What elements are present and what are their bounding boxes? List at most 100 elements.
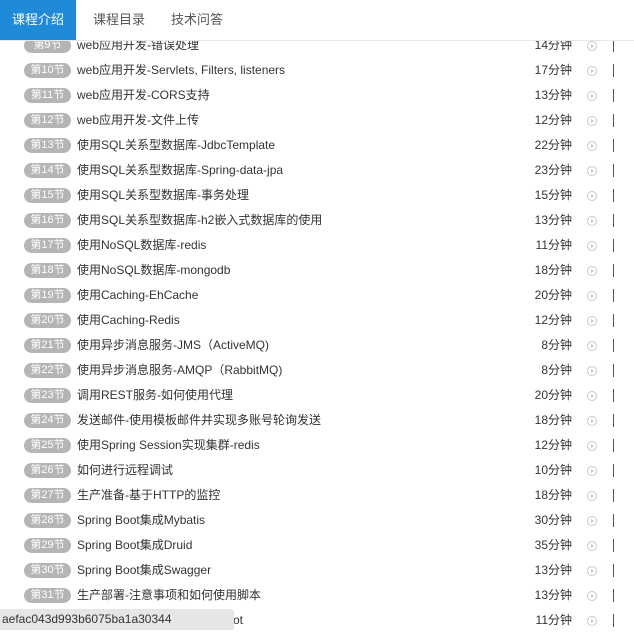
lesson-number-badge: 第18节 (24, 263, 71, 278)
lesson-title[interactable]: ot (233, 612, 243, 629)
play-icon[interactable] (587, 416, 597, 426)
lesson-row[interactable]: 第24节 发送邮件-使用模板邮件并实现多账号轮询发送 18分钟 (0, 408, 634, 433)
lesson-row[interactable]: 第22节 使用异步消息服务-AMQP（RabbitMQ) 8分钟 (0, 358, 634, 383)
lesson-title[interactable]: 使用异步消息服务-AMQP（RabbitMQ) (77, 362, 282, 379)
lesson-title[interactable]: web应用开发-Servlets, Filters, listeners (77, 62, 285, 79)
separator (613, 214, 614, 227)
lesson-duration: 11分钟 (535, 613, 572, 627)
lesson-title[interactable]: 使用Spring Session实现集群-redis (77, 437, 260, 454)
play-icon[interactable] (587, 266, 597, 276)
lesson-number-badge: 第24节 (24, 413, 71, 428)
play-icon[interactable] (587, 341, 597, 351)
lesson-row[interactable]: 第17节 使用NoSQL数据库-redis 11分钟 (0, 233, 634, 258)
play-icon[interactable] (587, 541, 597, 551)
lesson-duration: 18分钟 (534, 263, 572, 277)
lesson-number-badge: 第28节 (24, 513, 71, 528)
play-icon[interactable] (587, 41, 597, 51)
lesson-row[interactable]: 第18节 使用NoSQL数据库-mongodb 18分钟 (0, 258, 634, 283)
lesson-title[interactable]: 使用异步消息服务-JMS（ActiveMQ) (77, 337, 269, 354)
lesson-row[interactable]: 第27节 生产准备-基于HTTP的监控 18分钟 (0, 483, 634, 508)
lesson-title[interactable]: Spring Boot集成Druid (77, 537, 192, 554)
tab-tech-qa[interactable]: 技术问答 (160, 0, 234, 40)
play-icon[interactable] (587, 166, 597, 176)
lesson-number-badge: 第11节 (24, 88, 71, 103)
lesson-row[interactable]: 第11节 web应用开发-CORS支持 13分钟 (0, 83, 634, 108)
lesson-list: 第9节 web应用开发-错误处理 14分钟 第10节 web应用开发-Servlets,… (0, 33, 634, 633)
play-icon[interactable] (587, 391, 597, 401)
lesson-title[interactable]: 调用REST服务-如何使用代理 (77, 387, 233, 404)
play-icon[interactable] (587, 566, 597, 576)
lesson-duration: 20分钟 (534, 288, 572, 302)
lesson-title[interactable]: 使用SQL关系型数据库-事务处理 (77, 187, 249, 204)
play-icon[interactable] (587, 616, 597, 626)
separator (613, 164, 614, 177)
play-icon[interactable] (587, 241, 597, 251)
lesson-row[interactable]: 第23节 调用REST服务-如何使用代理 20分钟 (0, 383, 634, 408)
play-icon[interactable] (587, 291, 597, 301)
play-icon[interactable] (587, 141, 597, 151)
lesson-title[interactable]: 使用NoSQL数据库-redis (77, 237, 206, 254)
lesson-duration: 30分钟 (534, 513, 572, 527)
lesson-row[interactable]: 第29节 Spring Boot集成Druid 35分钟 (0, 533, 634, 558)
lesson-duration: 22分钟 (534, 138, 572, 152)
lesson-number-badge: 第15节 (24, 188, 71, 203)
lesson-number-badge: 第12节 (24, 113, 71, 128)
lesson-duration: 23分钟 (534, 163, 572, 177)
lesson-title[interactable]: 生产准备-基于HTTP的监控 (77, 487, 220, 504)
separator (613, 364, 614, 377)
lesson-row[interactable]: 第30节 Spring Boot集成Swagger 13分钟 (0, 558, 634, 583)
lesson-row[interactable]: 第25节 使用Spring Session实现集群-redis 12分钟 (0, 433, 634, 458)
lesson-row[interactable]: 第31节 生产部署-注意事项和如何使用脚本 13分钟 (0, 583, 634, 608)
lesson-title[interactable]: Spring Boot集成Mybatis (77, 512, 205, 529)
play-icon[interactable] (587, 366, 597, 376)
play-icon[interactable] (587, 591, 597, 601)
play-icon[interactable] (587, 516, 597, 526)
lesson-title[interactable]: 发送邮件-使用模板邮件并实现多账号轮询发送 (77, 412, 321, 429)
lesson-number-badge: 第29节 (24, 538, 71, 553)
play-icon[interactable] (587, 466, 597, 476)
lesson-title[interactable]: 使用NoSQL数据库-mongodb (77, 262, 230, 279)
lesson-duration: 13分钟 (534, 588, 572, 602)
play-icon[interactable] (587, 91, 597, 101)
play-icon[interactable] (587, 66, 597, 76)
play-icon[interactable] (587, 116, 597, 126)
lesson-title[interactable]: 使用SQL关系型数据库-h2嵌入式数据库的使用 (77, 212, 322, 229)
lesson-row[interactable]: 第10节 web应用开发-Servlets, Filters, listeners… (0, 58, 634, 83)
lesson-number-badge: 第27节 (24, 488, 71, 503)
separator (613, 389, 614, 402)
lesson-title[interactable]: 生产部署-注意事项和如何使用脚本 (77, 587, 261, 604)
tab-course-intro[interactable]: 课程介绍 (0, 0, 76, 40)
lesson-row[interactable]: 第13节 使用SQL关系型数据库-JdbcTemplate 22分钟 (0, 133, 634, 158)
play-icon[interactable] (587, 216, 597, 226)
lesson-number-badge: 第10节 (24, 63, 71, 78)
separator (613, 289, 614, 302)
tab-bar: 课程介绍 课程目录 技术问答 (0, 0, 634, 41)
lesson-row[interactable]: 第15节 使用SQL关系型数据库-事务处理 15分钟 (0, 183, 634, 208)
lesson-row[interactable]: 第21节 使用异步消息服务-JMS（ActiveMQ) 8分钟 (0, 333, 634, 358)
lesson-row[interactable]: 第14节 使用SQL关系型数据库-Spring-data-jpa 23分钟 (0, 158, 634, 183)
lesson-title[interactable]: 使用Caching-Redis (77, 312, 180, 329)
play-icon[interactable] (587, 491, 597, 501)
lesson-row[interactable]: 第20节 使用Caching-Redis 12分钟 (0, 308, 634, 333)
lesson-row[interactable]: 第28节 Spring Boot集成Mybatis 30分钟 (0, 508, 634, 533)
separator (613, 514, 614, 527)
lesson-title[interactable]: 如何进行远程调试 (77, 462, 173, 479)
lesson-title[interactable]: web应用开发-文件上传 (77, 112, 199, 129)
lesson-number-badge: 第22节 (24, 363, 71, 378)
lesson-title[interactable]: Spring Boot集成Swagger (77, 562, 211, 579)
lesson-number-badge: 第19节 (24, 288, 71, 303)
lesson-row[interactable]: 第12节 web应用开发-文件上传 12分钟 (0, 108, 634, 133)
lesson-duration: 11分钟 (535, 238, 572, 252)
lesson-title[interactable]: 使用Caching-EhCache (77, 287, 198, 304)
lesson-title[interactable]: web应用开发-CORS支持 (77, 87, 210, 104)
lesson-title[interactable]: 使用SQL关系型数据库-Spring-data-jpa (77, 162, 283, 179)
play-icon[interactable] (587, 441, 597, 451)
lesson-row[interactable]: 第16节 使用SQL关系型数据库-h2嵌入式数据库的使用 13分钟 (0, 208, 634, 233)
lesson-title[interactable]: 使用SQL关系型数据库-JdbcTemplate (77, 137, 275, 154)
tab-course-catalog[interactable]: 课程目录 (84, 0, 154, 40)
lesson-row[interactable]: 第26节 如何进行远程调试 10分钟 (0, 458, 634, 483)
separator (613, 564, 614, 577)
lesson-row[interactable]: 第19节 使用Caching-EhCache 20分钟 (0, 283, 634, 308)
play-icon[interactable] (587, 191, 597, 201)
play-icon[interactable] (587, 316, 597, 326)
